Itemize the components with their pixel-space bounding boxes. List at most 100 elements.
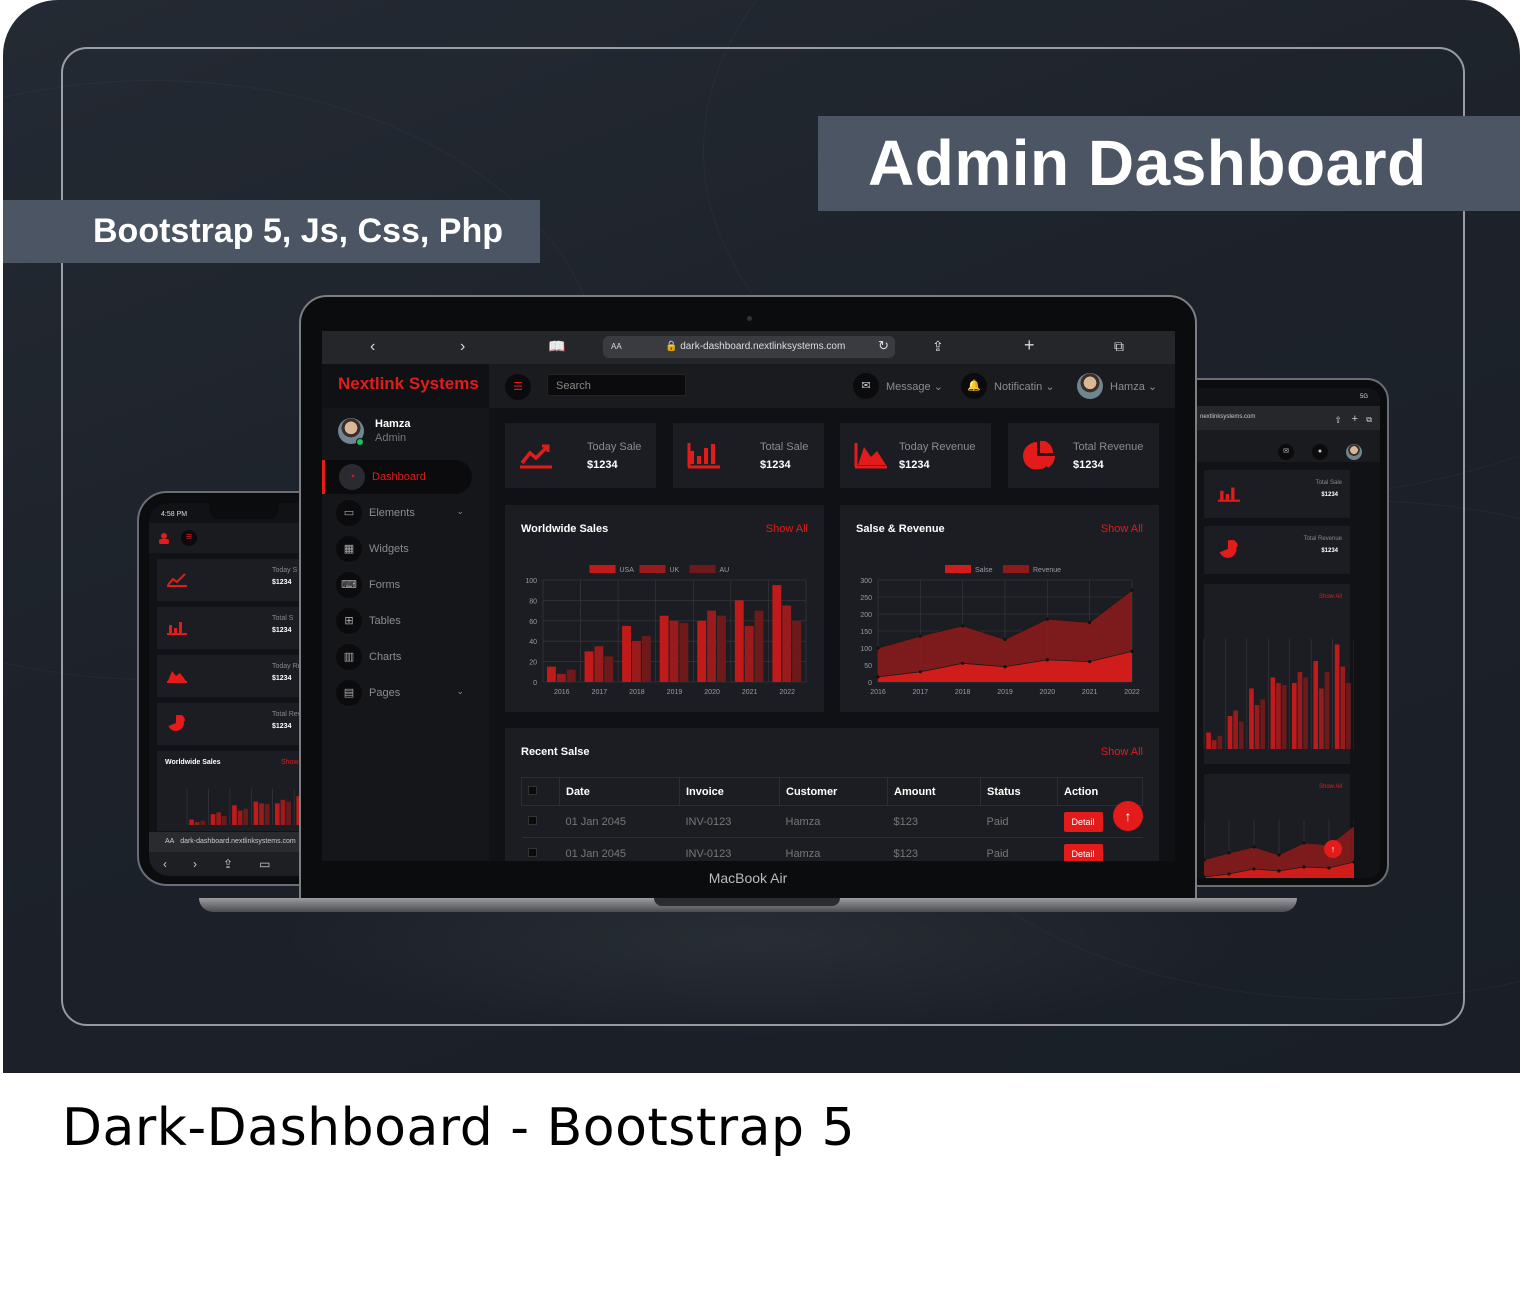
stat-value: $1234 bbox=[272, 579, 292, 586]
stat-value: $1234 bbox=[272, 627, 292, 634]
url-text: 🔒 dark-dashboard.nextlinksystems.com bbox=[665, 341, 846, 352]
bar-chart-icon bbox=[167, 622, 187, 635]
data-point bbox=[1227, 872, 1231, 876]
show-all-link[interactable]: Show All bbox=[1101, 523, 1143, 535]
stat-label: Total Revenue bbox=[1073, 441, 1144, 453]
sidebar-item-label: Tables bbox=[369, 615, 401, 627]
data-point bbox=[1252, 845, 1256, 849]
bookmarks-icon[interactable]: 📖 bbox=[548, 338, 565, 355]
trend-line-icon bbox=[520, 444, 552, 469]
page-caption: Dark-Dashboard - Bootstrap 5 bbox=[62, 1098, 856, 1158]
share-icon[interactable]: ⇪ bbox=[932, 338, 944, 355]
column-header[interactable]: Amount bbox=[887, 777, 981, 806]
pie-chart-icon bbox=[168, 715, 185, 731]
scroll-top-button[interactable]: ↑ bbox=[1324, 840, 1342, 858]
stat-value: $1234 bbox=[1321, 548, 1338, 554]
bar bbox=[1270, 677, 1276, 749]
plus-icon[interactable]: + bbox=[1352, 413, 1358, 425]
y-tick-label: 0 bbox=[868, 680, 872, 687]
cell-customer: Hamza bbox=[779, 805, 888, 838]
back-icon[interactable]: ‹ bbox=[370, 338, 375, 356]
bar bbox=[707, 610, 717, 682]
tablet-show-all-link[interactable]: Show All bbox=[1319, 784, 1342, 790]
bar bbox=[782, 605, 792, 682]
bar bbox=[1291, 683, 1297, 749]
sidebar-item-tables[interactable]: ⊞ Tables bbox=[322, 604, 472, 638]
column-header[interactable]: Customer bbox=[779, 777, 888, 806]
sidebar-item-dashboard[interactable]: ◔ Dashboard bbox=[322, 460, 472, 494]
avatar[interactable] bbox=[1077, 373, 1103, 399]
message-icon[interactable]: ✉ bbox=[1278, 444, 1294, 460]
share-icon[interactable]: ⇪ bbox=[223, 857, 233, 871]
show-all-link[interactable]: Show All bbox=[1101, 746, 1143, 758]
sidebar-item-label: Elements bbox=[369, 507, 415, 519]
x-tick-label: 2021 bbox=[742, 689, 758, 696]
stat-label: Today S bbox=[272, 567, 298, 574]
x-tick-label: 2019 bbox=[667, 689, 683, 696]
column-header[interactable]: Status bbox=[980, 777, 1058, 806]
share-icon[interactable]: ⇪ bbox=[1334, 415, 1342, 426]
bar bbox=[1303, 677, 1308, 749]
detail-button[interactable]: Detail bbox=[1063, 811, 1103, 832]
stat-value: $1234 bbox=[1321, 492, 1338, 498]
user-dropdown[interactable]: Hamza ⌄ bbox=[1110, 380, 1157, 393]
new-tab-icon[interactable]: + bbox=[1024, 335, 1035, 356]
select-all-checkbox[interactable] bbox=[528, 785, 537, 795]
bar bbox=[566, 669, 576, 682]
gauge-icon: ◔ bbox=[339, 464, 365, 490]
legend-swatch bbox=[1003, 565, 1029, 573]
legend-swatch bbox=[945, 565, 971, 573]
avatar[interactable] bbox=[1346, 444, 1362, 460]
address-bar[interactable]: AA 🔒 dark-dashboard.nextlinksystems.com … bbox=[603, 336, 895, 358]
sidebar-item-forms[interactable]: ⌨ Forms bbox=[322, 568, 472, 602]
tablet-show-all-link[interactable]: Show All bbox=[1319, 594, 1342, 600]
forward-icon[interactable]: › bbox=[193, 857, 197, 871]
menu-icon[interactable]: ☰ bbox=[181, 530, 197, 546]
message-icon[interactable]: ✉ bbox=[853, 373, 879, 399]
bar bbox=[259, 803, 264, 825]
row-checkbox[interactable] bbox=[527, 847, 537, 857]
bar bbox=[1227, 716, 1233, 749]
tabs-icon[interactable]: ⧉ bbox=[1366, 415, 1372, 425]
browser-toolbar: ‹ › 📖 AA 🔒 dark-dashboard.nextlinksystem… bbox=[322, 331, 1175, 364]
user-icon bbox=[159, 533, 169, 544]
show-all-link[interactable]: Show All bbox=[766, 523, 808, 535]
bar bbox=[659, 615, 669, 682]
stat-card-total-sale: Total Sale $1234 bbox=[673, 423, 824, 488]
bar bbox=[734, 600, 744, 682]
sidebar-item-elements[interactable]: ▭ Elements ⌄ bbox=[322, 496, 472, 530]
column-header[interactable]: Date bbox=[559, 777, 680, 806]
reload-icon[interactable]: ↻ bbox=[878, 338, 889, 354]
brand-logo[interactable]: Nextlink Systems bbox=[338, 374, 479, 394]
worldwide-sales-panel: Worldwide Sales Show All 0 20 40 60 80 100 201… bbox=[505, 505, 824, 712]
sidebar-item-pages[interactable]: ▤ Pages ⌄ bbox=[322, 676, 472, 710]
bar bbox=[604, 656, 614, 682]
bell-icon[interactable]: 🔔 bbox=[961, 373, 987, 399]
sidebar-item-label: Pages bbox=[369, 687, 401, 699]
bell-icon[interactable]: ● bbox=[1312, 444, 1328, 460]
tabs-icon[interactable]: ⧉ bbox=[1114, 338, 1124, 355]
menu-toggle-icon[interactable]: ☰ bbox=[505, 374, 531, 400]
phone-show-all-link[interactable]: Show bbox=[281, 759, 299, 766]
bar bbox=[697, 620, 707, 682]
message-dropdown[interactable]: Message ⌄ bbox=[886, 380, 943, 393]
bar bbox=[274, 803, 280, 825]
laptop-chin: MacBook Air bbox=[708, 870, 788, 886]
detail-button[interactable]: Detail bbox=[1063, 843, 1103, 861]
row-checkbox[interactable] bbox=[527, 815, 537, 825]
bar bbox=[772, 585, 782, 682]
main-content: Today Sale $1234 Total Sale $1234 Today … bbox=[489, 408, 1175, 861]
bookmarks-icon[interactable]: ▭ bbox=[259, 857, 270, 871]
column-header[interactable]: Invoice bbox=[679, 777, 780, 806]
search-input[interactable]: Search bbox=[547, 374, 686, 396]
data-point bbox=[1045, 658, 1049, 662]
forward-icon[interactable]: › bbox=[460, 338, 465, 356]
sidebar-item-widgets[interactable]: ▦ Widgets bbox=[322, 532, 472, 566]
back-icon[interactable]: ‹ bbox=[163, 857, 167, 871]
sidebar-item-charts[interactable]: ▥ Charts bbox=[322, 640, 472, 674]
data-point bbox=[1045, 617, 1049, 621]
cell-invoice: INV-0123 bbox=[679, 837, 780, 861]
y-tick-label: 60 bbox=[529, 619, 537, 626]
notification-dropdown[interactable]: Notificatin ⌄ bbox=[994, 380, 1055, 393]
scroll-top-button[interactable]: ↑ bbox=[1113, 801, 1143, 831]
